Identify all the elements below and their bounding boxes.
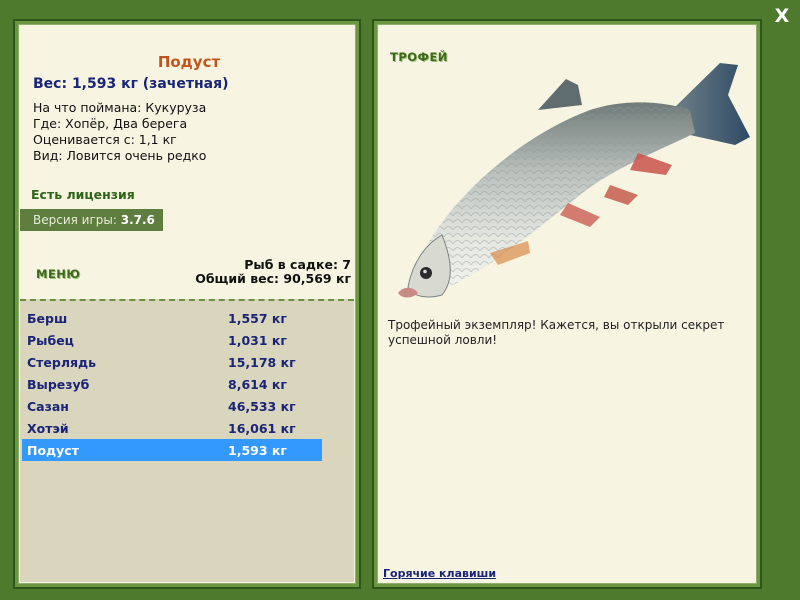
catch-row[interactable]: Рыбец 1,031 кг [22, 329, 322, 351]
catch-name: Подуст [27, 443, 79, 458]
catch-weight: 15,178 кг [228, 355, 296, 370]
fish-info-inner: Подуст Вес: 1,593 кг (зачетная) На что п… [18, 24, 356, 584]
catch-row[interactable]: Сазан 46,533 кг [22, 395, 322, 417]
menu-button[interactable]: МЕНЮ [36, 267, 80, 281]
fish-weight: Вес: 1,593 кг (зачетная) [33, 76, 229, 92]
catch-row[interactable]: Берш 1,557 кг [22, 307, 322, 329]
trophy-panel: ТРОФЕЙ Трофейный экземпляр! Кажется, вы … [372, 19, 762, 589]
place-line: Где: Хопёр, Два берега [33, 116, 188, 131]
bait-line: На что поймана: Кукуруза [33, 100, 207, 115]
catch-name: Сазан [27, 399, 69, 414]
version-value: 3.7.6 [120, 213, 155, 227]
trophy-inner: ТРОФЕЙ Трофейный экземпляр! Кажется, вы … [377, 24, 757, 584]
min-weight-line: Оценивается с: 1,1 кг [33, 132, 177, 147]
fish-illustration-icon [398, 63, 750, 298]
trophy-message: Трофейный экземпляр! Кажется, вы открыли… [388, 318, 725, 347]
catch-name: Стерлядь [27, 355, 97, 370]
catch-weight: 1,593 кг [228, 443, 287, 458]
hotkeys-link[interactable]: Горячие клавиши [383, 567, 496, 580]
catch-name: Рыбец [27, 333, 74, 348]
catch-name: Берш [27, 311, 68, 326]
catch-row[interactable]: Стерлядь 15,178 кг [22, 351, 322, 373]
fish-name: Подуст [157, 53, 221, 71]
catch-list: Берш 1,557 кг Рыбец 1,031 кг Стерлядь 15… [20, 299, 354, 582]
catch-weight: 8,614 кг [228, 377, 287, 392]
keepnet-count: Рыб в садке: 7 [244, 257, 351, 272]
version-badge: Версия игры: 3.7.6 [20, 209, 163, 231]
version-label: Версия игры: [33, 213, 117, 227]
catch-row[interactable]: Хотэй 16,061 кг [22, 417, 322, 439]
fish-info-panel: Подуст Вес: 1,593 кг (зачетная) На что п… [13, 19, 361, 589]
catch-row-selected[interactable]: Подуст 1,593 кг [22, 439, 322, 461]
keepnet-total-weight: Общий вес: 90,569 кг [195, 271, 351, 286]
catch-weight: 16,061 кг [228, 421, 296, 436]
catch-weight: 1,031 кг [228, 333, 287, 348]
catch-weight: 46,533 кг [228, 399, 296, 414]
catch-row[interactable]: Вырезуб 8,614 кг [22, 373, 322, 395]
close-button[interactable]: X [772, 6, 792, 26]
catch-weight: 1,557 кг [228, 311, 287, 326]
catch-name: Хотэй [27, 421, 69, 436]
license-status: Есть лицензия [31, 187, 135, 202]
rarity-line: Вид: Ловится очень редко [33, 148, 207, 163]
catch-name: Вырезуб [27, 377, 90, 392]
